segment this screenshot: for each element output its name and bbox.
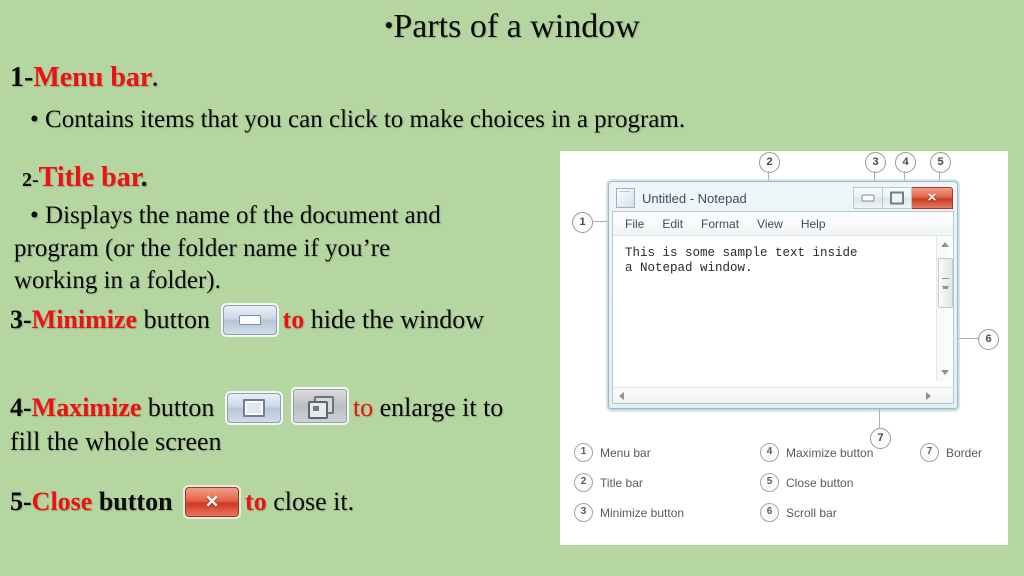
legend-badge-6: 6 — [760, 503, 779, 522]
title-bullet-icon: • — [384, 11, 394, 40]
restore-button-icon — [292, 389, 347, 423]
notepad-text-area[interactable]: This is some sample text inside a Notepa… — [613, 236, 953, 381]
scroll-down-arrow-icon[interactable] — [941, 370, 949, 375]
item-1-description: • Contains items that you can click to m… — [30, 106, 685, 134]
item-2-number: 2- — [22, 169, 39, 191]
item-5-label: button — [92, 487, 180, 516]
callout-6: 6 — [978, 329, 999, 350]
legend-label-4: Maximize button — [786, 445, 874, 460]
item-3-number: 3- — [10, 305, 32, 334]
legend-label-1: Menu bar — [600, 445, 651, 460]
legend-label-3: Minimize button — [600, 505, 685, 520]
item-5-tail: close it. — [266, 487, 355, 516]
menu-item-view[interactable]: View — [757, 217, 783, 231]
legend-label-2: Title bar — [600, 475, 643, 490]
scroll-up-arrow-icon[interactable] — [941, 242, 949, 247]
item-4-number: 4- — [10, 393, 32, 422]
maximize-button-icon — [226, 393, 281, 423]
item-1-term: Menu bar — [33, 62, 153, 93]
scroll-thumb[interactable] — [938, 258, 953, 308]
menu-item-help[interactable]: Help — [801, 217, 826, 231]
title-text: Parts of a window — [393, 8, 640, 45]
item-2-desc-line-2: program (or the folder name if you’re — [14, 234, 391, 262]
item-2-period: . — [140, 162, 148, 193]
diagram-legend: 1 Menu bar 2 Title bar 3 Minimize button 4M… — [570, 441, 1000, 537]
callout-5: 5 — [930, 152, 951, 173]
item-4-tail: enlarge it to — [373, 393, 504, 422]
notepad-menu-bar: File Edit Format View Help — [613, 212, 953, 236]
legend-badge-7: 7 — [920, 443, 939, 462]
notepad-maximize-button[interactable] — [883, 187, 912, 209]
restore-front-square-icon — [307, 401, 328, 419]
notepad-body: File Edit Format View Help This is some … — [612, 211, 954, 404]
callout-1: 1 — [572, 212, 593, 233]
notepad-text-line-1: This is some sample text inside — [625, 246, 858, 260]
callout-3: 3 — [865, 152, 886, 173]
callout-7-leader — [879, 409, 880, 428]
item-2-term: Title bar — [38, 162, 141, 193]
item-4-line: 4-Maximize button to enlarge it to — [10, 389, 503, 423]
item-2-desc-line-1: Displays the name of the document and — [45, 202, 441, 229]
item-4-line-2: fill the whole screen — [10, 427, 222, 456]
notepad-title-text: Untitled - Notepad — [642, 190, 747, 206]
legend-badge-3: 3 — [574, 503, 593, 522]
close-button-icon — [185, 487, 240, 517]
item-2-bullet-icon: • — [30, 202, 39, 229]
minimize-button-icon — [222, 305, 277, 335]
legend-item-2: 2 Title bar — [574, 473, 643, 492]
item-5-connector: to — [245, 487, 267, 516]
menu-item-edit[interactable]: Edit — [662, 217, 683, 231]
legend-label-5: Close button — [786, 475, 854, 490]
item-1-period: . — [152, 66, 158, 91]
legend-label-7: Border — [946, 445, 983, 460]
item-1-description-text: Contains items that you can click to mak… — [45, 106, 686, 133]
item-3-connector: to — [282, 305, 305, 334]
legend-badge-4: 4 — [760, 443, 779, 462]
notepad-app-icon — [616, 188, 635, 208]
notepad-vertical-scrollbar[interactable] — [936, 236, 953, 381]
menu-item-format[interactable]: Format — [701, 217, 739, 231]
legend-label-6: Scroll bar — [786, 505, 837, 520]
page-title: •Parts of a window — [0, 8, 1024, 46]
item-2-description: • Displays the name of the document and p… — [14, 200, 560, 298]
notepad-window-controls — [853, 187, 953, 209]
item-1-heading: 1-Menu bar. — [10, 62, 158, 94]
notepad-close-button[interactable] — [912, 187, 953, 209]
notepad-text-line-2: a Notepad window. — [625, 261, 753, 275]
notepad-window: Untitled - Notepad File Edit Format View… — [608, 181, 958, 409]
scroll-left-arrow-icon[interactable] — [619, 391, 624, 400]
legend-item-6: 6 Scroll bar — [760, 503, 837, 522]
item-3-line: 3-Minimize button to hide the window — [10, 305, 484, 335]
notepad-title-bar: Untitled - Notepad — [612, 185, 954, 211]
item-1-bullet-icon: • — [30, 106, 39, 133]
legend-item-5: 5 Close button — [760, 473, 853, 492]
legend-item-4: 4 Maximize button — [760, 443, 873, 462]
item-3-tail: hide the window — [304, 305, 485, 334]
item-5-number: 5- — [10, 487, 32, 516]
window-parts-diagram: 2 3 4 5 1 6 7 Untitled - Notepad × File … — [560, 151, 1008, 545]
slide: •Parts of a window 1-Menu bar. • Contain… — [0, 0, 1024, 576]
legend-badge-2: 2 — [574, 473, 593, 492]
item-3-term: Minimize — [31, 305, 138, 334]
item-5-term: Close — [31, 487, 93, 516]
notepad-minimize-button[interactable] — [853, 187, 883, 209]
item-4-connector: to — [352, 393, 374, 422]
menu-item-file[interactable]: File — [625, 217, 644, 231]
legend-item-7: 7 Border — [920, 443, 982, 462]
notepad-horizontal-scrollbar[interactable] — [613, 387, 953, 403]
scroll-right-arrow-icon[interactable] — [926, 391, 931, 400]
legend-item-1: 1 Menu bar — [574, 443, 651, 462]
item-5-line: 5-Close button to close it. — [10, 487, 354, 517]
callout-4: 4 — [895, 152, 916, 173]
legend-item-3: 3 Minimize button — [574, 503, 684, 522]
legend-badge-1: 1 — [574, 443, 593, 462]
callout-2: 2 — [759, 152, 780, 173]
legend-badge-5: 5 — [760, 473, 779, 492]
item-4-label: button — [141, 393, 221, 422]
item-4-term: Maximize — [31, 393, 142, 422]
item-1-number: 1- — [10, 62, 34, 93]
item-2-desc-line-3: working in a folder). — [14, 267, 221, 294]
item-2-heading: 2-Title bar. — [22, 162, 148, 194]
item-3-label: button — [137, 305, 217, 334]
